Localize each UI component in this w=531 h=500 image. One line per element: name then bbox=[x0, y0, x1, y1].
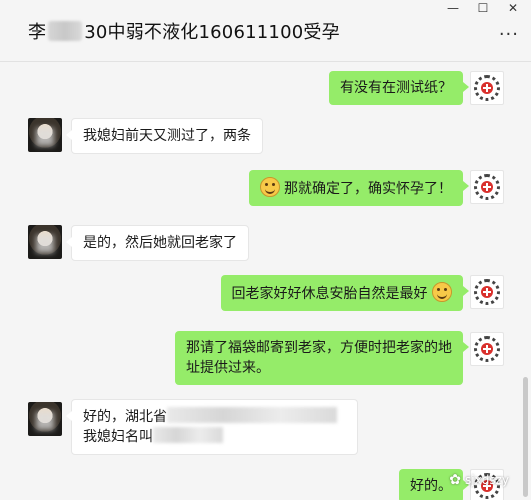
message-bubble-sent[interactable]: 那就确定了，确实怀孕了！ bbox=[248, 170, 470, 206]
own-avatar[interactable] bbox=[470, 170, 504, 204]
wechat-icon: ✿ bbox=[449, 472, 462, 488]
more-options-icon[interactable]: ··· bbox=[499, 24, 519, 45]
redacted-name bbox=[48, 21, 83, 41]
message-bubble-sent[interactable]: 回老家好好休息安胎自然是最好 bbox=[220, 275, 470, 311]
contact-avatar[interactable] bbox=[28, 402, 62, 436]
redacted-address bbox=[167, 407, 337, 423]
minimize-button[interactable]: — bbox=[438, 0, 468, 16]
grin-emoji-icon bbox=[259, 177, 280, 197]
chat-header: 李 30中弱不液化160611100受孕 — ☐ ✕ ··· bbox=[0, 0, 531, 62]
redacted-name bbox=[153, 427, 223, 443]
message-bubble-received[interactable]: 是的，然后她就回老家了 bbox=[66, 225, 249, 261]
message-bubble-sent[interactable]: 有没有在测试纸？ bbox=[329, 71, 469, 105]
maximize-button[interactable]: ☐ bbox=[468, 0, 498, 16]
own-avatar[interactable] bbox=[470, 71, 504, 105]
smile-emoji-icon bbox=[432, 282, 452, 302]
chat-area[interactable]: 有没有在测试纸？ 我媳妇前天又测过了，两条 那就确定了，确实怀孕了！ 是的，然后… bbox=[0, 62, 531, 500]
own-avatar[interactable] bbox=[470, 275, 504, 309]
watermark: ✿ sjxdszy bbox=[449, 472, 509, 488]
title-suffix: 30中弱不液化160611100受孕 bbox=[84, 22, 340, 43]
chat-scrollbar[interactable] bbox=[523, 377, 528, 497]
title-prefix: 李 bbox=[28, 22, 47, 43]
chat-title: 李 30中弱不液化160611100受孕 bbox=[28, 18, 340, 44]
close-button[interactable]: ✕ bbox=[498, 0, 528, 16]
message-bubble-sent[interactable]: 那请了福袋邮寄到老家，方便时把老家的地 址提供过来。 bbox=[175, 331, 469, 385]
contact-avatar[interactable] bbox=[28, 225, 62, 259]
contact-avatar[interactable] bbox=[28, 118, 62, 152]
own-avatar[interactable] bbox=[470, 332, 504, 366]
message-bubble-received[interactable]: 我媳妇前天又测过了，两条 bbox=[66, 118, 263, 154]
message-bubble-received[interactable]: 好的，湖北省 我媳妇名叫 bbox=[66, 399, 358, 455]
